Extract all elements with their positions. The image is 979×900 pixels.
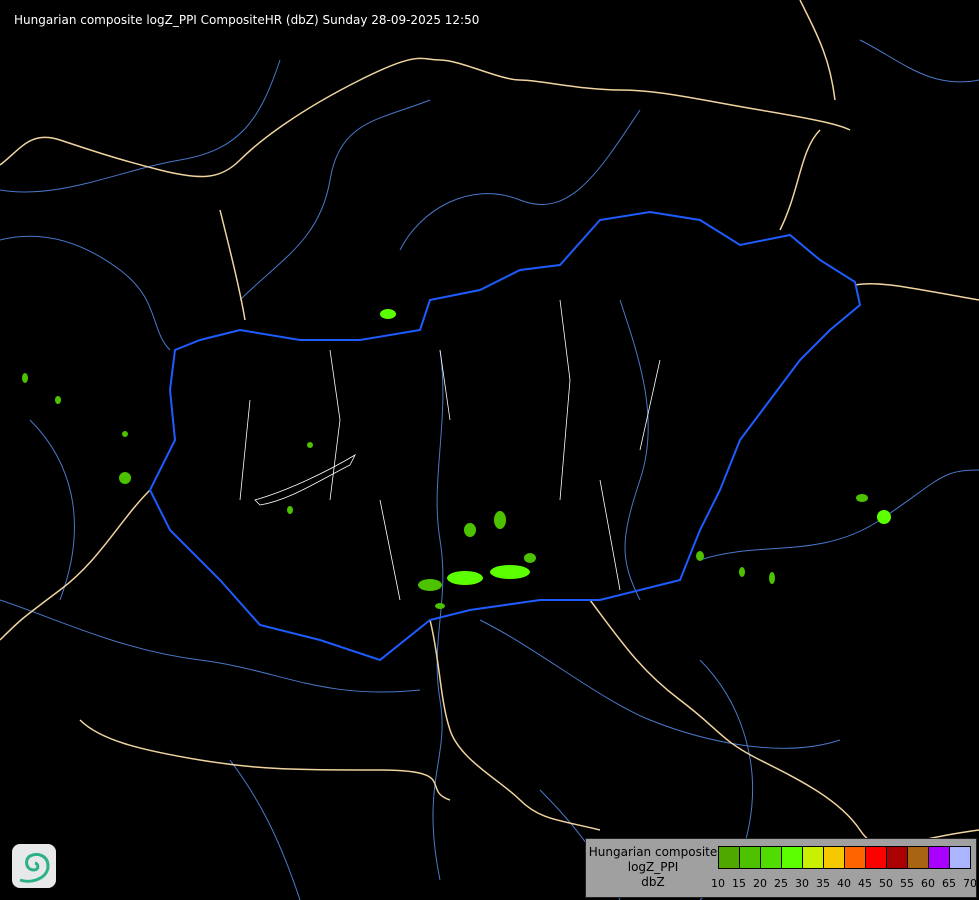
legend-swatch <box>866 847 887 868</box>
radar-echoes <box>22 309 891 609</box>
radar-echo <box>55 396 61 404</box>
legend-color-bar <box>718 846 971 869</box>
county-outlines <box>239 299 661 601</box>
legend-tick: 35 <box>816 877 830 890</box>
legend-swatch <box>908 847 929 868</box>
radar-echo <box>856 494 868 502</box>
country-borders <box>0 0 979 847</box>
legend-ticks: 10 15 20 25 30 35 40 45 50 55 60 65 70 <box>711 877 978 891</box>
legend-swatch <box>719 847 740 868</box>
radar-echo <box>877 510 891 524</box>
legend-tick: 10 <box>711 877 725 890</box>
legend-line: logZ_PPI <box>627 860 679 874</box>
hungary-border <box>148 210 862 662</box>
legend-swatch <box>803 847 824 868</box>
radar-echo <box>490 565 530 579</box>
legend-tick: 30 <box>795 877 809 890</box>
legend-tick: 70 <box>963 877 977 890</box>
legend-tick: 25 <box>774 877 788 890</box>
color-legend: Hungarian composite logZ_PPI dbZ 10 15 20 2… <box>585 838 977 898</box>
radar-echo <box>696 551 704 561</box>
legend-tick: 50 <box>879 877 893 890</box>
radar-map-view: Hungarian composite logZ_PPI CompositeHR… <box>0 0 979 900</box>
radar-echo <box>494 511 506 529</box>
radar-echo <box>122 431 128 437</box>
legend-tick: 45 <box>858 877 872 890</box>
legend-tick: 15 <box>732 877 746 890</box>
legend-swatch <box>887 847 908 868</box>
legend-swatch <box>782 847 803 868</box>
radar-echo <box>464 523 476 537</box>
radar-echo <box>739 567 745 577</box>
radar-echo <box>119 472 131 484</box>
legend-tick: 40 <box>837 877 851 890</box>
legend-title: Hungarian composite logZ_PPI dbZ <box>588 845 718 890</box>
legend-swatch <box>824 847 845 868</box>
radar-echo <box>307 442 313 448</box>
map-canvas[interactable] <box>0 0 979 900</box>
legend-swatch <box>845 847 866 868</box>
legend-tick: 55 <box>900 877 914 890</box>
rivers <box>0 39 979 900</box>
map-title: Hungarian composite logZ_PPI CompositeHR… <box>14 13 480 27</box>
radar-echo <box>435 603 445 609</box>
legend-swatch <box>950 847 970 868</box>
radar-echo <box>287 506 293 514</box>
radar-echo <box>447 571 483 585</box>
legend-swatch <box>740 847 761 868</box>
radar-echo <box>22 373 28 383</box>
legend-swatch <box>761 847 782 868</box>
radar-echo <box>769 572 775 584</box>
legend-line: Hungarian composite <box>588 845 718 859</box>
legend-tick: 20 <box>753 877 767 890</box>
radar-echo <box>418 579 442 591</box>
swirl-logo-icon <box>12 844 56 888</box>
legend-line: dbZ <box>641 875 665 889</box>
radar-echo <box>524 553 536 563</box>
legend-swatch <box>929 847 950 868</box>
legend-tick: 60 <box>921 877 935 890</box>
radar-echo <box>380 309 396 319</box>
legend-tick: 65 <box>942 877 956 890</box>
